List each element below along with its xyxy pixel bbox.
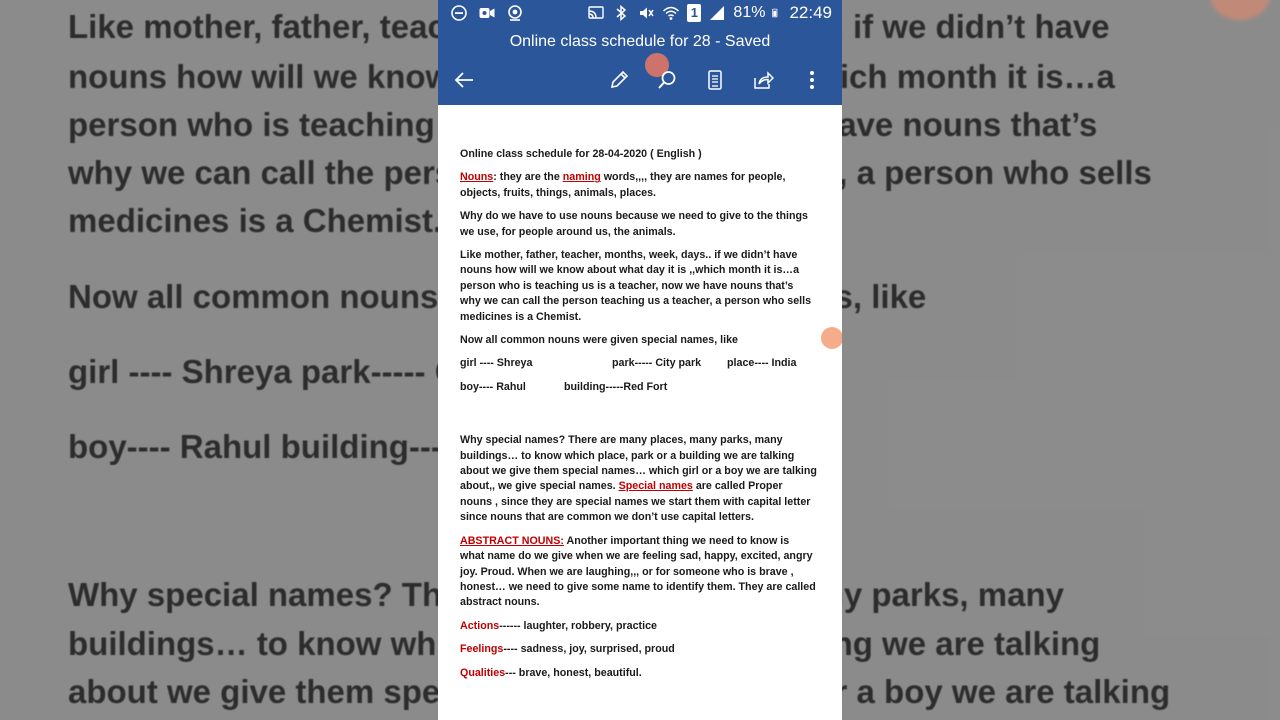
- special-line: since nouns that are common we don’t use…: [460, 511, 754, 524]
- examples-row-2: boy---- Rahul building-----Red Fort: [460, 380, 842, 395]
- special-names-paragraph: Why special names? There are many places…: [460, 433, 842, 525]
- mobile-view-button[interactable]: [702, 67, 728, 93]
- like-line: why we can call the person teaching us a…: [460, 295, 812, 308]
- nouns-paragraph: Nouns: they are the naming words,,,, the…: [460, 170, 842, 201]
- sim-number: 1: [690, 5, 699, 20]
- nouns-label: Nouns: [460, 171, 494, 184]
- document-page[interactable]: Online class schedule for 28-04-2020 ( E…: [438, 105, 842, 720]
- like-line: medicines is a Chemist.: [460, 310, 582, 323]
- like-paragraph: Like mother, father, teacher, months, we…: [460, 248, 842, 325]
- arrow-left-icon: [454, 72, 473, 88]
- abstract-nouns-paragraph: ABSTRACT NOUNS: Another important thing …: [460, 534, 842, 611]
- clock: 22:49: [789, 3, 832, 22]
- screen-recorder-icon: [508, 5, 522, 21]
- feelings-label: Feelings: [460, 643, 504, 656]
- qualities-label: Qualities: [460, 666, 506, 679]
- nouns-text-a: : they are the: [493, 171, 563, 184]
- abstract-line: Another important thing we need to know …: [563, 534, 790, 547]
- back-button[interactable]: [451, 67, 477, 93]
- feelings-text: ---- sadness, joy, surprised, proud: [503, 643, 675, 656]
- actions-line: Actions------ laughter, robbery, practic…: [460, 619, 842, 634]
- share-button[interactable]: [750, 67, 776, 93]
- wifi-icon: [663, 6, 680, 20]
- qualities-line: Qualities--- brave, honest, beautiful.: [460, 666, 842, 681]
- status-bar: 1 81% 22:49: [438, 0, 842, 27]
- examples-row-1: girl ---- Shreya park----- City park pla…: [460, 356, 842, 371]
- share-icon: [754, 71, 774, 89]
- mute-icon: [640, 7, 655, 19]
- status-right-icons: 1 81% 22:49: [587, 4, 832, 22]
- do-not-disturb-icon: [451, 5, 467, 21]
- video-camera-icon: [479, 8, 495, 18]
- cast-icon: [588, 6, 605, 19]
- actions-text: ------ laughter, robbery, practice: [499, 619, 657, 632]
- phone-screen: 1 81% 22:49 Online class schedule for 28…: [438, 0, 842, 720]
- abstract-line: what name do we give when we are feeling…: [460, 550, 813, 563]
- special-line: Why special names? There are many places…: [460, 434, 783, 447]
- example-building: building-----Red Fort: [564, 380, 668, 393]
- battery-percent: 81%: [733, 4, 766, 21]
- like-line: person who is teaching us is a teacher, …: [460, 279, 794, 292]
- status-left-icons: [450, 4, 524, 22]
- bluetooth-icon: [616, 4, 627, 22]
- document-heading: Online class schedule for 28-04-2020 ( E…: [460, 148, 702, 160]
- common-nouns-line: Now all common nouns were given special …: [460, 334, 738, 347]
- search-icon: [658, 71, 676, 89]
- like-line: Like mother, father, teacher, months, we…: [460, 249, 798, 262]
- actions-label: Actions: [460, 619, 500, 632]
- special-line: about we give them special names… which …: [460, 465, 817, 478]
- special-line-b: are called Proper: [692, 480, 783, 493]
- nouns-text-line2: objects, fruits, things, animals, places…: [460, 186, 656, 199]
- document-body: Online class schedule for 28-04-2020 ( E…: [460, 147, 842, 689]
- search-button[interactable]: [654, 67, 680, 93]
- abstract-line: honest… we need to give some name to ide…: [460, 580, 816, 593]
- document-title: Online class schedule for 28 - Saved: [509, 33, 771, 50]
- signal-icon: [710, 6, 725, 20]
- special-line-a: about,, we give special names.: [460, 480, 619, 493]
- example-park: park----- City park: [612, 357, 702, 370]
- sim-1-icon: 1: [687, 4, 702, 22]
- qualities-text: --- brave, honest, beautiful.: [505, 666, 642, 679]
- why-paragraph: Why do we have to use nouns because we n…: [460, 209, 842, 240]
- abstract-line: abstract nouns.: [460, 596, 540, 609]
- example-girl: girl ---- Shreya: [460, 357, 533, 370]
- nouns-text-b: words,,,, they are names for people,: [600, 171, 786, 184]
- feelings-line: Feelings---- sadness, joy, surprised, pr…: [460, 642, 842, 657]
- special-names-highlight: Special names: [618, 480, 693, 493]
- example-place: place---- India: [727, 357, 797, 370]
- battery-icon: [772, 8, 778, 18]
- example-boy: boy---- Rahul: [460, 380, 526, 393]
- edit-button[interactable]: [606, 67, 632, 93]
- abstract-nouns-label: ABSTRACT NOUNS:: [460, 534, 564, 547]
- pencil-icon: [610, 70, 629, 89]
- why-line: we use, for people around us, the animal…: [460, 225, 676, 238]
- abstract-line: joy. Proud. When we are laughing,,, or f…: [460, 565, 794, 578]
- mobile-view-icon: [708, 70, 722, 90]
- special-line: buildings… to know which place, park or …: [460, 449, 795, 462]
- why-line: Why do we have to use nouns because we n…: [460, 210, 808, 223]
- floating-camera-icon[interactable]: [821, 327, 842, 349]
- like-line: nouns how will we know about what day it…: [460, 264, 800, 277]
- special-line: nouns , since they are special names we …: [460, 495, 811, 508]
- app-bar: Online class schedule for 28 - Saved: [438, 27, 842, 105]
- more-options-button[interactable]: [799, 67, 825, 93]
- more-vertical-icon: [810, 71, 814, 89]
- naming-word: naming: [562, 171, 601, 184]
